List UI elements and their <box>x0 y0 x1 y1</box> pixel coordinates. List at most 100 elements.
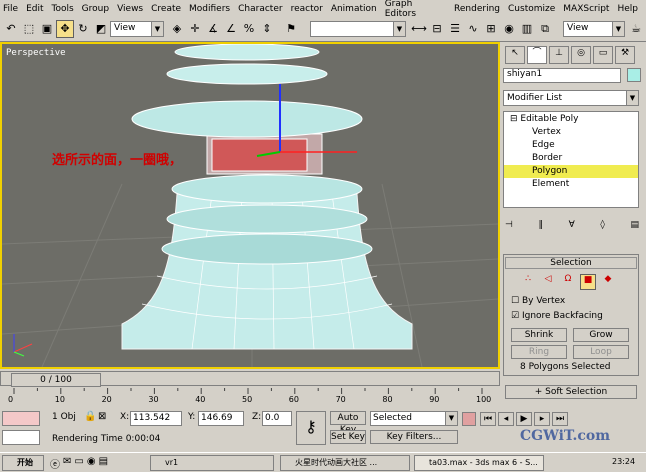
set-key-button[interactable]: Set Key <box>330 430 366 444</box>
ring-button[interactable]: Ring <box>511 345 567 359</box>
desktop-icon[interactable]: ▭ <box>74 456 83 471</box>
time-slider[interactable]: 0 / 100 <box>0 371 500 387</box>
display-tab-icon[interactable]: ▭ <box>593 46 613 64</box>
menu-character[interactable]: Character <box>238 4 282 14</box>
align-icon[interactable]: ⊟ <box>428 20 446 38</box>
menu-edit[interactable]: Edit <box>26 4 43 14</box>
configure-sets-icon[interactable]: ▤ <box>630 220 639 234</box>
absolute-mode-icon[interactable]: ⊠ <box>98 411 106 422</box>
explorer-icon[interactable]: ▤ <box>99 456 108 471</box>
menu-views[interactable]: Views <box>117 4 143 14</box>
angle-snap-icon[interactable]: ∠ <box>222 20 240 38</box>
y-coordinate-field[interactable]: 146.69 <box>198 411 244 426</box>
selection-rollout-title[interactable]: Selection <box>505 257 637 269</box>
default-tangent-icon[interactable] <box>462 412 476 426</box>
outlook-icon[interactable]: ✉ <box>63 456 71 471</box>
modify-tab-icon[interactable]: ⌒ <box>527 46 547 64</box>
auto-key-button[interactable]: Auto Key <box>330 411 366 435</box>
menu-customize[interactable]: Customize <box>508 4 555 14</box>
border-mode-icon[interactable]: Ω <box>560 274 576 290</box>
menu-graph-editors[interactable]: Graph Editors <box>385 0 446 19</box>
object-name-field[interactable]: shiyan1 <box>503 68 621 83</box>
stack-item-border[interactable]: Border <box>504 152 638 165</box>
next-frame-icon[interactable]: ▸ <box>534 412 550 426</box>
reference-coordinate-dropdown[interactable]: View ▼ <box>110 21 164 37</box>
soft-selection-rollout[interactable]: + Soft Selection <box>505 385 637 399</box>
layer-icon[interactable]: ☰ <box>446 20 464 38</box>
taskbar-item-vr1[interactable]: vr1 <box>150 455 274 471</box>
menu-maxscript[interactable]: MAXScript <box>563 4 609 14</box>
menu-animation[interactable]: Animation <box>331 4 377 14</box>
media-icon[interactable]: ◉ <box>87 456 96 471</box>
undo-icon[interactable]: ↶ <box>2 20 20 38</box>
stack-item-element[interactable]: Element <box>504 178 638 191</box>
menu-help[interactable]: Help <box>617 4 638 14</box>
by-vertex-checkbox[interactable]: ☐ <box>511 296 519 306</box>
select-move-icon[interactable]: ✥ <box>56 20 74 38</box>
ie-icon[interactable]: ⓔ <box>50 456 60 471</box>
track-bar[interactable]: 0 10 20 30 40 50 60 70 80 90 100 <box>0 388 500 407</box>
pin-stack-icon[interactable]: ⊣ <box>505 220 513 234</box>
goto-end-icon[interactable]: ⏭ <box>552 412 568 426</box>
prev-frame-icon[interactable]: ◂ <box>498 412 514 426</box>
select-region-icon[interactable]: ⬚ <box>20 20 38 38</box>
time-slider-thumb[interactable]: 0 / 100 <box>11 373 101 387</box>
object-color-swatch[interactable] <box>627 68 641 82</box>
schematic-icon[interactable]: ⊞ <box>482 20 500 38</box>
taskbar-item-3dsmax[interactable]: ta03.max - 3ds max 6 - S... <box>414 455 544 471</box>
select-filter-icon[interactable]: ▣ <box>38 20 56 38</box>
stack-item-editable-poly[interactable]: ⊟ Editable Poly <box>504 113 638 126</box>
motion-tab-icon[interactable]: ◎ <box>571 46 591 64</box>
maxscript-output-field[interactable] <box>2 430 40 445</box>
curve-editor-icon[interactable]: ∿ <box>464 20 482 38</box>
named-selection-dropdown[interactable]: ▼ <box>310 21 406 37</box>
hierarchy-tab-icon[interactable]: ⊥ <box>549 46 569 64</box>
viewport-label[interactable]: Perspective <box>6 48 66 58</box>
pivot-icon[interactable]: ◈ <box>168 20 186 38</box>
percent-snap-icon[interactable]: % <box>240 20 258 38</box>
start-button[interactable]: 开始 <box>2 455 44 471</box>
teapot-render-icon[interactable]: ☕ <box>627 20 645 38</box>
material-editor-icon[interactable]: ◉ <box>500 20 518 38</box>
named-selection-icon[interactable]: ⚑ <box>282 20 300 38</box>
grow-button[interactable]: Grow <box>573 328 629 342</box>
quick-render-icon[interactable]: ⧉ <box>536 20 554 38</box>
polygon-mode-icon[interactable]: ■ <box>580 274 596 290</box>
scale-icon[interactable]: ◩ <box>92 20 110 38</box>
key-filters-button[interactable]: Key Filters... <box>370 430 458 444</box>
maxscript-listener-field[interactable] <box>2 411 40 426</box>
goto-start-icon[interactable]: ⏮ <box>480 412 496 426</box>
vertex-mode-icon[interactable]: ∴ <box>520 274 536 290</box>
set-key-icon[interactable]: ⚷ <box>296 411 326 445</box>
menu-tools[interactable]: Tools <box>52 4 74 14</box>
play-icon[interactable]: ▶ <box>516 412 532 426</box>
shrink-button[interactable]: Shrink <box>511 328 567 342</box>
snap-icon[interactable]: ∡ <box>204 20 222 38</box>
mirror-icon[interactable]: ⟷ <box>410 20 428 38</box>
edge-mode-icon[interactable]: ◁ <box>540 274 556 290</box>
ignore-backfacing-checkbox[interactable]: ☑ <box>511 311 519 321</box>
x-coordinate-field[interactable]: 113.542 <box>130 411 182 426</box>
ignore-backfacing-option[interactable]: ☑ Ignore Backfacing <box>511 311 603 321</box>
rotate-icon[interactable]: ↻ <box>74 20 92 38</box>
render-type-dropdown[interactable]: View ▼ <box>563 21 625 37</box>
modifier-list-dropdown[interactable]: Modifier List ▼ <box>503 90 639 106</box>
taskbar-item-browser[interactable]: 火星时代动画大社区 ... <box>280 455 410 471</box>
loop-button[interactable]: Loop <box>573 345 629 359</box>
perspective-viewport[interactable]: Perspective 选所示的面，一圈哦， <box>0 42 500 369</box>
stack-item-polygon[interactable]: Polygon <box>504 165 638 178</box>
utilities-tab-icon[interactable]: ⚒ <box>615 46 635 64</box>
menu-group[interactable]: Group <box>82 4 109 14</box>
element-mode-icon[interactable]: ◆ <box>600 274 616 290</box>
z-coordinate-field[interactable]: 0.0 <box>262 411 292 426</box>
menu-file[interactable]: File <box>3 4 18 14</box>
menu-modifiers[interactable]: Modifiers <box>189 4 230 14</box>
make-unique-icon[interactable]: ∀ <box>569 220 575 234</box>
menu-reactor[interactable]: reactor <box>291 4 323 14</box>
show-end-result-icon[interactable]: ‖ <box>538 220 543 234</box>
menu-rendering[interactable]: Rendering <box>454 4 500 14</box>
by-vertex-option[interactable]: ☐ By Vertex <box>511 296 565 306</box>
render-scene-icon[interactable]: ▥ <box>518 20 536 38</box>
menu-create[interactable]: Create <box>151 4 181 14</box>
stack-item-edge[interactable]: Edge <box>504 139 638 152</box>
